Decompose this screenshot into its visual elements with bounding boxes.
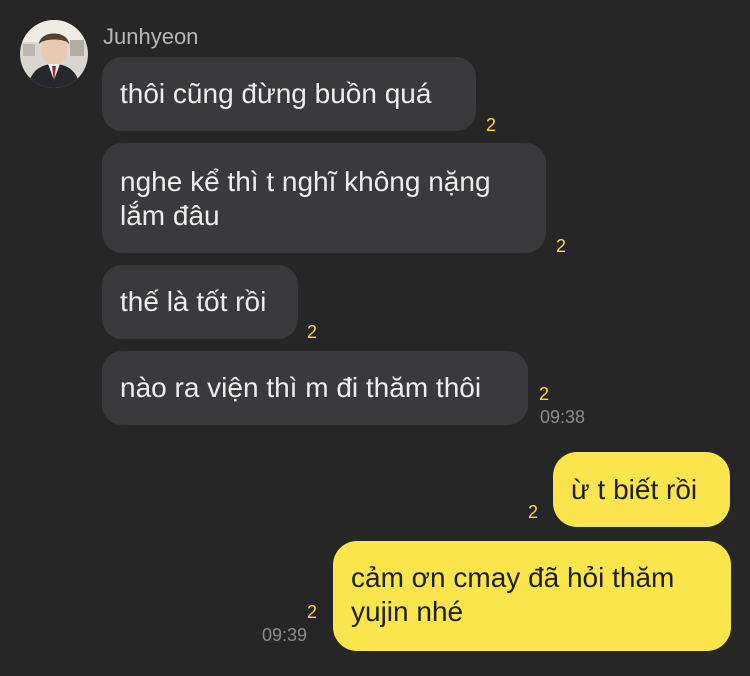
unread-count: 2 <box>539 384 550 404</box>
unread-count: 2 <box>486 115 497 135</box>
message-timestamp: 09:39 <box>262 625 308 645</box>
unread-count: 2 <box>307 602 318 622</box>
unread-count: 2 <box>528 502 539 522</box>
outgoing-message[interactable]: ừ t biết rồi <box>553 452 730 527</box>
sender-name: Junhyeon <box>103 24 199 49</box>
incoming-message[interactable]: thế là tốt rồi <box>102 265 298 339</box>
message-timestamp: 09:38 <box>540 407 586 427</box>
profile-photo-icon <box>20 20 88 88</box>
incoming-message[interactable]: nghe kể thì t nghĩ không nặng lắm đâu <box>102 143 546 253</box>
incoming-message[interactable]: thôi cũng đừng buồn quá <box>102 57 476 131</box>
outgoing-message[interactable]: cảm ơn cmay đã hỏi thăm yujin nhé <box>333 541 731 651</box>
incoming-message[interactable]: nào ra viện thì m đi thăm thôi <box>102 351 528 425</box>
unread-count: 2 <box>307 322 318 342</box>
contact-avatar[interactable] <box>20 20 88 88</box>
unread-count: 2 <box>556 236 567 256</box>
